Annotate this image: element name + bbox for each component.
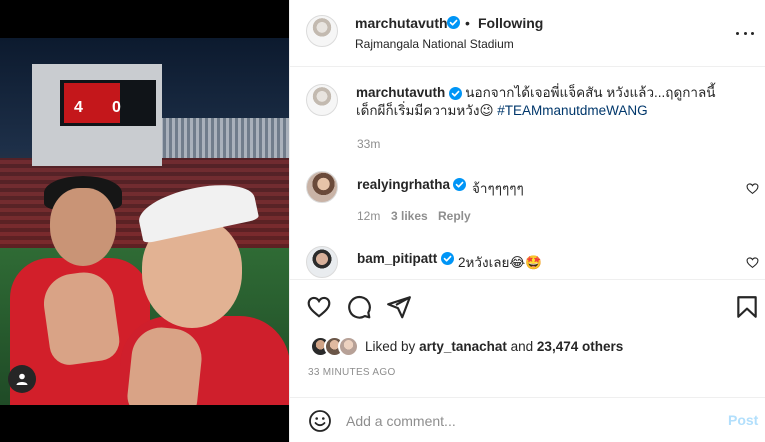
- heart-icon[interactable]: [306, 294, 332, 320]
- comment-likes-count[interactable]: 3 likes: [391, 209, 428, 223]
- add-comment-bar: Post: [290, 397, 765, 442]
- caption-time[interactable]: 33m: [357, 137, 380, 151]
- post-media-pane: 4 0: [0, 0, 289, 442]
- comment-time[interactable]: 12m: [357, 209, 380, 223]
- likes-conjunction: and: [510, 339, 534, 354]
- following-button[interactable]: Following: [478, 15, 543, 31]
- post-header: marchutavuth • Following Rajmangala Nati…: [290, 0, 765, 67]
- caption-username[interactable]: marchutavuth: [356, 85, 445, 100]
- comment-icon[interactable]: [346, 294, 372, 320]
- post-photo[interactable]: 4 0: [0, 38, 289, 405]
- person-icon: [16, 373, 28, 385]
- author-username[interactable]: marchutavuth: [355, 15, 448, 31]
- scoreboard-panel: 4 0: [64, 83, 121, 123]
- verified-badge-icon: [453, 178, 466, 191]
- post-sidebar: marchutavuth • Following Rajmangala Nati…: [289, 0, 765, 442]
- verified-badge-icon: [449, 87, 462, 100]
- post-timestamp[interactable]: 33 MINUTES AGO: [308, 367, 396, 378]
- comment-avatar[interactable]: [306, 246, 338, 278]
- liker-avatar: [338, 336, 359, 357]
- share-icon[interactable]: [386, 294, 412, 320]
- comment-body: จ้าๆๆๆๆๆ: [472, 181, 524, 196]
- comments-section: marchutavuth นอกจากได้เจอพี่แจ็คสัน หวังแ…: [290, 68, 765, 280]
- comment-like-heart-icon[interactable]: [746, 182, 759, 195]
- stadium-roof: [160, 118, 289, 158]
- more-options-icon[interactable]: [736, 24, 754, 42]
- verified-badge-icon: [447, 16, 460, 29]
- tagged-users-icon[interactable]: [8, 365, 36, 393]
- separator-dot: •: [465, 15, 470, 31]
- comment-username[interactable]: realyingrhatha: [357, 177, 450, 192]
- comment-avatar[interactable]: [306, 171, 338, 203]
- scoreboard-screen: 4 0: [60, 80, 156, 126]
- scoreboard-home-score: 4: [74, 99, 83, 116]
- verified-badge-icon: [441, 252, 454, 265]
- likes-summary: Liked by arty_tanachat and 23,474 others: [310, 336, 750, 358]
- likes-prefix: Liked by: [365, 339, 416, 354]
- post-actions: [290, 290, 765, 324]
- scoreboard-frame: 4 0: [32, 64, 162, 166]
- caption-hashtag-link[interactable]: #TEAMmanutdmeWANG: [497, 103, 647, 118]
- author-avatar[interactable]: [306, 15, 338, 47]
- caption: marchutavuth นอกจากได้เจอพี่แจ็คสัน หวังแ…: [356, 84, 736, 120]
- emoji-icon[interactable]: [308, 409, 332, 433]
- post-comment-button[interactable]: Post: [728, 412, 758, 428]
- face-left: [50, 188, 116, 266]
- comment-like-heart-icon[interactable]: [746, 256, 759, 269]
- comment-username[interactable]: bam_pitipatt: [357, 251, 437, 266]
- liker-username-link[interactable]: arty_tanachat: [419, 339, 507, 354]
- location-link[interactable]: Rajmangala National Stadium: [355, 37, 514, 51]
- likes-count-link[interactable]: 23,474 others: [537, 339, 623, 354]
- comment-body: 2หวังเลย😂🤩: [458, 255, 542, 270]
- comment-input[interactable]: [346, 412, 706, 430]
- liker-avatars[interactable]: [310, 336, 362, 358]
- reply-button[interactable]: Reply: [438, 209, 471, 223]
- bookmark-icon[interactable]: [734, 294, 760, 320]
- likes-text: Liked by arty_tanachat and 23,474 others: [365, 339, 623, 354]
- caption-avatar[interactable]: [306, 84, 338, 116]
- scoreboard-away-score: 0: [112, 99, 121, 116]
